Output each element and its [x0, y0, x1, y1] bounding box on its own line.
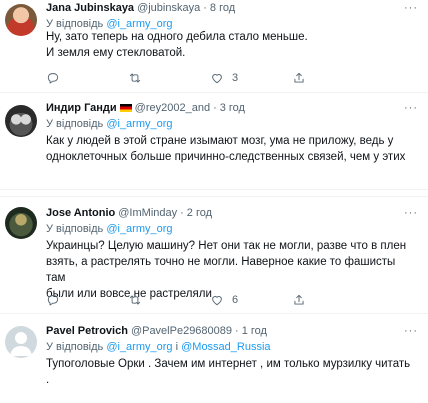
author-name[interactable]: Jose Antonio [46, 205, 115, 221]
avatar[interactable] [5, 4, 37, 36]
like-icon [212, 74, 222, 84]
share-button[interactable] [292, 293, 374, 307]
avatar[interactable] [5, 105, 37, 137]
reply-context: У відповідь @i_army_org [46, 117, 173, 131]
reply-context: У відповідь @i_army_org [46, 222, 173, 236]
more-horizontal-icon[interactable]: ··· [404, 101, 418, 115]
default-avatar-icon [10, 332, 32, 356]
author-handle[interactable]: @jubinskaya [137, 0, 200, 16]
tweet-header: Jose Antonio @ImMinday · 2 год [46, 205, 212, 221]
retweet-button[interactable] [128, 293, 210, 307]
tweet-actions: 3 [46, 70, 376, 86]
timestamp[interactable]: 2 год [187, 205, 212, 221]
like-count: 6 [232, 294, 239, 306]
tweet-header: Jana Jubinskaya @jubinskaya · 8 год [46, 0, 235, 16]
share-button[interactable] [292, 71, 374, 85]
german-flag-icon [119, 104, 132, 112]
tweet[interactable]: Jana Jubinskaya @jubinskaya · 8 год ··· … [0, 0, 428, 93]
like-button[interactable]: 3 [210, 71, 292, 85]
reply-icon [47, 295, 59, 306]
share-icon [294, 72, 304, 83]
retweet-button[interactable] [128, 71, 210, 85]
share-icon [294, 294, 304, 305]
tweet[interactable]: Jose Antonio @ImMinday · 2 год ··· У від… [0, 196, 428, 314]
tweet-text: Тупоголовые Орки . Зачем им интернет , и… [46, 356, 416, 388]
tweet-header: Pavel Petrovich @PavelPe29680089 · 1 год [46, 323, 267, 339]
tweet[interactable]: Pavel Petrovich @PavelPe29680089 · 1 год… [0, 318, 428, 403]
author-name[interactable]: Jana Jubinskaya [46, 0, 134, 16]
timestamp[interactable]: 8 год [210, 0, 235, 16]
more-horizontal-icon[interactable]: ··· [404, 1, 418, 15]
separator-dot: · [180, 207, 184, 219]
like-count: 3 [232, 72, 239, 84]
separator-dot: · [235, 325, 239, 337]
tweet-text-line: одноклеточных больше причинно-следственн… [46, 151, 406, 163]
author-name[interactable]: Pavel Petrovich [46, 323, 128, 339]
author-handle[interactable]: @PavelPe29680089 [131, 323, 232, 339]
separator-dot: · [203, 2, 207, 14]
tweet-text-line: Ну, зато теперь на одного дебила стало м… [46, 31, 308, 43]
reply-button[interactable] [46, 71, 128, 85]
author-handle[interactable]: @ImMinday [118, 205, 177, 221]
tweet-actions: 6 [46, 292, 376, 308]
tweet-text-line: Тупоголовые Орки . Зачем им интернет , и… [46, 358, 411, 386]
tweet[interactable]: Индир Ганди @rey2002_and · 3 год ··· У в… [0, 93, 428, 190]
tweet-text-line: Как у людей в этой стране изымают мозг, … [46, 135, 394, 147]
author-handle[interactable]: @rey2002_and [135, 100, 210, 116]
tweet-text-line: И земля ему стекловатой. [46, 47, 186, 59]
reply-mention-link[interactable]: @Mossad_Russia [181, 341, 270, 353]
timestamp[interactable]: 3 год [220, 100, 245, 116]
reply-prefix: У відповідь [46, 223, 104, 235]
reply-mention-link[interactable]: @i_army_org [106, 118, 172, 130]
tweet-text: Ну, зато теперь на одного дебила стало м… [46, 29, 416, 61]
tweet-text-line: взять, а растрелять точно не могли. Наве… [46, 256, 396, 284]
reply-mention-link[interactable]: @i_army_org [106, 341, 172, 353]
reply-button[interactable] [46, 293, 128, 307]
like-icon [212, 296, 222, 306]
reply-joiner: і [175, 341, 179, 353]
reply-context: У відповідь @i_army_org і @Mossad_Russia [46, 340, 271, 354]
author-name[interactable]: Индир Ганди [46, 100, 117, 116]
like-button[interactable]: 6 [210, 293, 292, 307]
separator-dot: · [213, 102, 217, 114]
tweet-header: Индир Ганди @rey2002_and · 3 год [46, 100, 245, 116]
avatar[interactable] [5, 207, 37, 239]
more-horizontal-icon[interactable]: ··· [404, 324, 418, 338]
tweet-text-line: Украинцы? Целую машину? Нет они так не м… [46, 240, 407, 252]
timestamp[interactable]: 1 год [242, 323, 267, 339]
reply-prefix: У відповідь [46, 118, 104, 130]
tweet-text: Как у людей в этой стране изымают мозг, … [46, 133, 416, 165]
retweet-icon [129, 295, 141, 305]
reply-mention-link[interactable]: @i_army_org [106, 223, 172, 235]
retweet-icon [129, 73, 141, 83]
avatar[interactable] [5, 326, 37, 358]
more-horizontal-icon[interactable]: ··· [404, 206, 418, 220]
reply-icon [47, 73, 59, 84]
reply-prefix: У відповідь [46, 341, 104, 353]
